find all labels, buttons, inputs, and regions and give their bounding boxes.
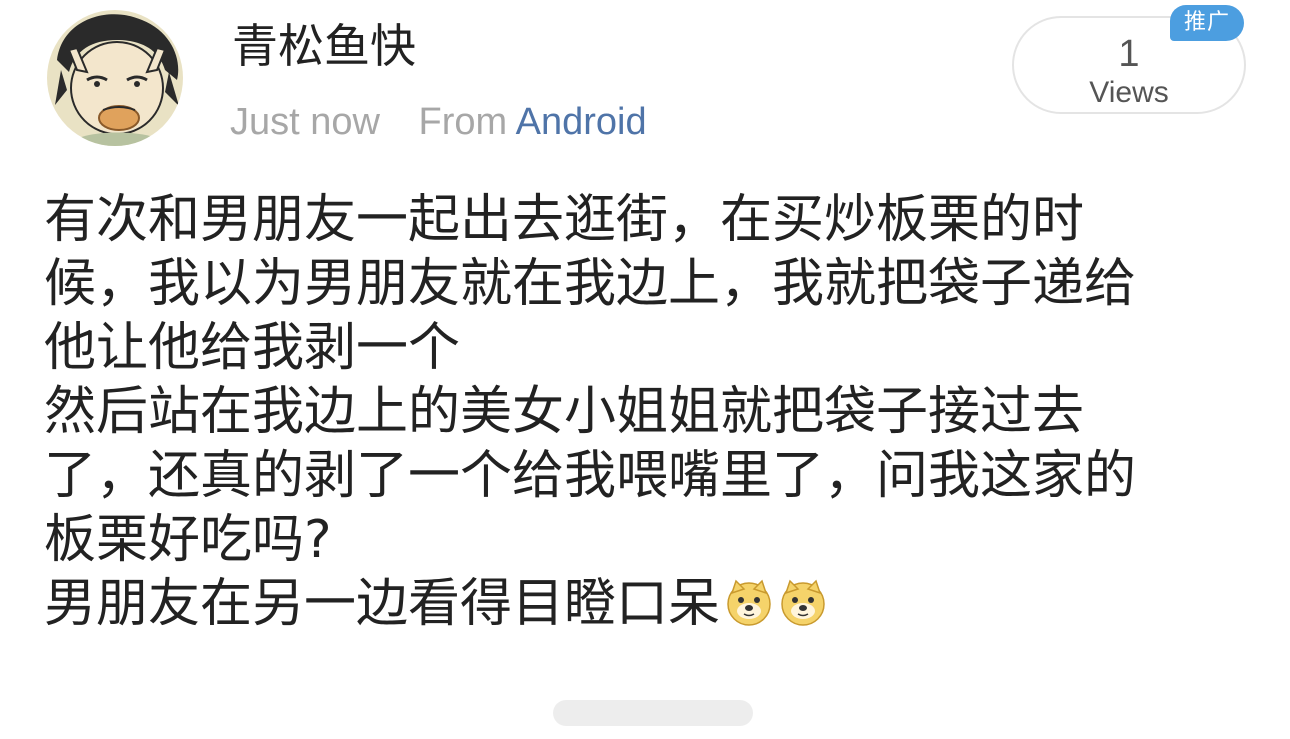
source-prefix: From (418, 101, 508, 143)
post-line: 他让他给我剥一个 (44, 318, 461, 378)
username[interactable]: 青松鱼快 (232, 18, 416, 74)
post-line: 然后站在我边上的美女小姐姐就把袋子接过去 (44, 382, 1085, 442)
watermark-overlay (553, 700, 753, 726)
post-line: 有次和男朋友一起出去逛街，在买炒板栗的时 (44, 190, 1085, 250)
cartoon-avatar-icon (47, 10, 183, 146)
post-body: 有次和男朋友一起出去逛街，在买炒板栗的时 候，我以为男朋友就在我边上，我就把袋子… (44, 188, 1244, 636)
doge-emoji-icon (778, 577, 828, 627)
source-link[interactable]: Android (516, 101, 647, 143)
post-line: 候，我以为男朋友就在我边上，我就把袋子递给 (44, 254, 1137, 314)
promoted-badge: 推广 (1170, 5, 1244, 41)
post-meta: Just now From Android (230, 98, 647, 146)
post-line: 板栗好吃吗? (44, 510, 332, 570)
post-last-line: 男朋友在另一边看得目瞪口呆 (44, 572, 1244, 636)
doge-emoji-icon (724, 577, 774, 627)
post-line: 男朋友在另一边看得目瞪口呆 (44, 574, 721, 634)
views-label: Views (1089, 76, 1169, 109)
post-line: 了，还真的剥了一个给我喂嘴里了，问我这家的 (44, 446, 1137, 506)
user-avatar[interactable] (47, 10, 183, 146)
post-time: Just now (230, 101, 380, 143)
